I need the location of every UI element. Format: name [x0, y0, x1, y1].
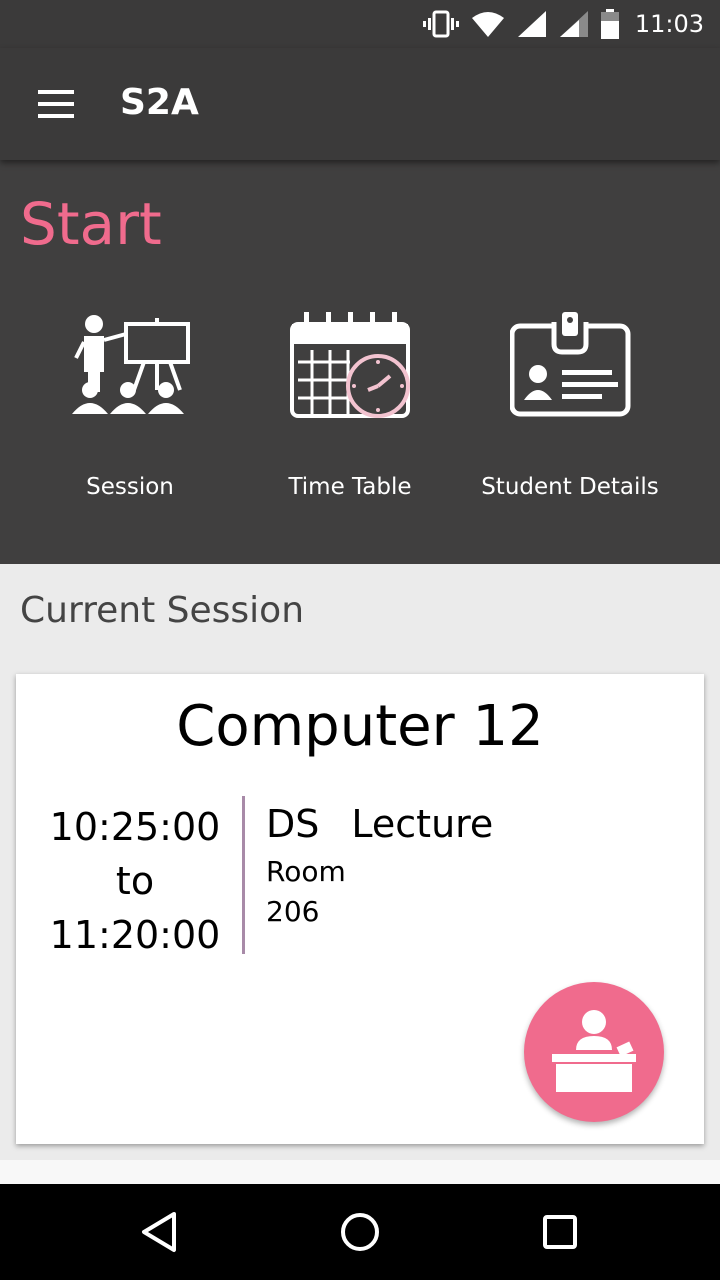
room-number: 206 [266, 895, 320, 928]
app-title: S2A [120, 82, 199, 123]
recents-button[interactable] [530, 1202, 590, 1262]
attendance-fab[interactable] [524, 982, 664, 1122]
teacher-desk-icon [552, 1010, 636, 1092]
calendar-clock-icon [290, 312, 410, 418]
subject-line: DS Lecture [266, 802, 493, 846]
time-table-tile[interactable]: Time Table [240, 310, 460, 510]
student-details-tile[interactable]: Student Details [460, 310, 680, 510]
signal-icon [559, 11, 588, 37]
status-icons: 11:03 [422, 0, 704, 48]
recents-icon [543, 1215, 577, 1249]
id-card-icon [510, 312, 631, 417]
home-button[interactable] [330, 1202, 390, 1262]
session-label: Session [86, 474, 174, 500]
back-icon [142, 1212, 176, 1252]
vibrate-icon [422, 10, 459, 38]
signal-icon [517, 11, 546, 37]
hamburger-menu-icon [38, 90, 74, 118]
status-time: 11:03 [634, 10, 704, 38]
home-icon [341, 1213, 379, 1251]
wifi-icon [471, 12, 504, 37]
session-type: Lecture [351, 802, 494, 846]
session-time: 10:25:00 to 11:20:00 [40, 800, 230, 962]
navigation-bar [0, 1184, 720, 1280]
end-time: 11:20:00 [49, 913, 221, 957]
presentation-icon [72, 315, 190, 414]
room-label: Room [266, 855, 346, 888]
start-title: Start [20, 190, 162, 258]
battery-icon [600, 9, 619, 39]
to-label: to [115, 859, 155, 903]
status-bar: 11:03 [0, 0, 720, 48]
session-tile[interactable]: Session [20, 310, 240, 510]
course-name: Computer 12 [176, 694, 544, 759]
start-panel: Start Session Time Table Student Details [0, 160, 720, 564]
time-table-label: Time Table [288, 474, 412, 500]
room-info: Room 206 [266, 852, 346, 932]
subject-code: DS [266, 802, 320, 846]
app-bar: S2A [0, 48, 720, 160]
session-card[interactable]: Computer 12 10:25:00 to 11:20:00 DS Lectu… [16, 674, 704, 1144]
student-details-label: Student Details [481, 474, 659, 500]
list-bottom-edge [0, 1160, 720, 1184]
divider [242, 796, 245, 954]
current-session-heading: Current Session [20, 590, 305, 631]
start-time: 10:25:00 [49, 805, 221, 849]
back-button[interactable] [130, 1202, 190, 1262]
menu-button[interactable] [36, 86, 76, 122]
